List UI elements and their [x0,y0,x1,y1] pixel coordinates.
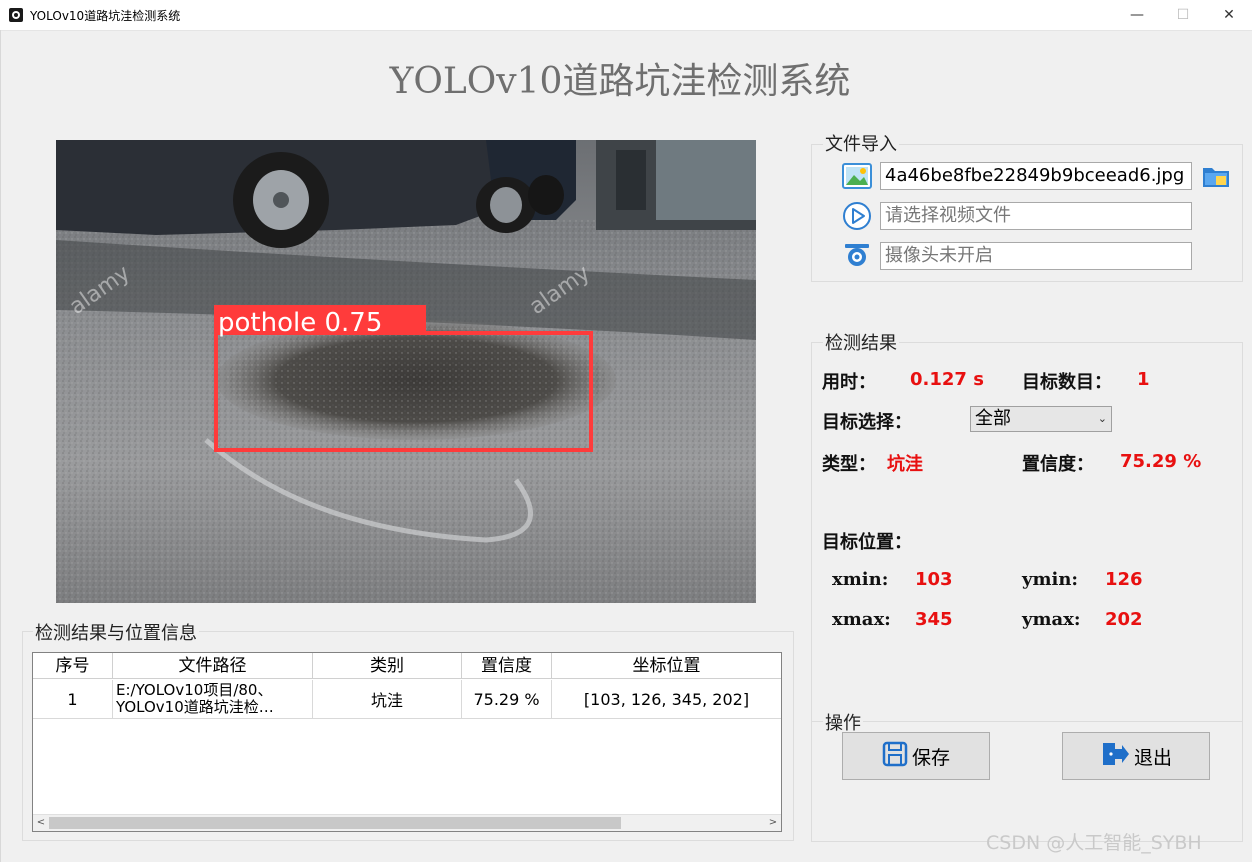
xmin-label: xmin: [832,569,889,590]
table-title: 检测结果与位置信息 [33,619,199,645]
detection-label: pothole 0.75 [218,308,382,338]
table-cell-index[interactable]: 1 [33,680,113,718]
table-cell-path[interactable]: E:/YOLOv10项目/80、 YOLOv10道路坑洼检… [113,680,313,718]
type-value: 坑洼 [887,454,923,475]
xmax-label: xmax: [832,609,891,630]
maximize-button[interactable]: ☐ [1160,0,1206,30]
column-header-confidence[interactable]: 置信度 [462,653,552,679]
ymax-label: ymax: [1022,609,1081,630]
save-button[interactable]: 保存 [842,732,990,780]
results-title: 检测结果 [823,329,899,355]
folder-icon[interactable] [1201,162,1231,194]
count-label: 目标数目： [1022,372,1112,393]
column-header-path[interactable]: 文件路径 [113,653,313,679]
target-select-label: 目标选择： [822,412,912,433]
scroll-left-arrow-icon[interactable]: < [33,815,49,831]
ymin-value: 126 [1105,569,1143,590]
ymax-value: 202 [1105,609,1143,630]
image-file-field[interactable]: 4a46be8fbe22849b9bceead6.jpg [880,162,1192,190]
app-logo-icon [9,8,23,22]
save-button-label: 保存 [911,746,950,769]
csdn-watermark: CSDN @人工智能_SYBH [986,832,1202,854]
scroll-right-arrow-icon[interactable]: > [765,815,781,831]
scrollbar-thumb[interactable] [49,817,621,829]
horizontal-scrollbar[interactable]: < > [33,814,781,831]
position-label: 目标位置： [822,532,912,553]
save-icon [882,741,908,772]
chevron-down-icon: ⌄ [1097,412,1107,425]
table-cell-coords[interactable]: [103, 126, 345, 202] [552,680,781,718]
table-cell-path-line1: E:/YOLOv10项目/80、 [116,681,273,699]
camera-icon[interactable] [842,241,872,273]
column-header-category[interactable]: 类别 [313,653,462,679]
window-border [0,30,1,862]
image-icon[interactable] [842,162,872,194]
window-title: YOLOv10道路坑洼检测系统 [30,9,181,23]
detection-image: alamy alamy pothole 0.75 [56,140,756,603]
column-header-index[interactable]: 序号 [33,653,113,679]
video-play-icon[interactable] [842,201,872,235]
window-title-bar: YOLOv10道路坑洼检测系统 — ☐ ✕ [0,0,1252,31]
ymin-label: ymin: [1022,569,1079,590]
exit-button-label: 退出 [1133,746,1172,769]
time-label: 用时： [822,372,876,393]
xmin-value: 103 [915,569,953,590]
confidence-value: 75.29 % [1120,451,1202,472]
table-cell-path-line2: YOLOv10道路坑洼检… [116,698,274,716]
column-header-coords[interactable]: 坐标位置 [552,653,781,679]
row-divider [33,718,781,719]
xmax-value: 345 [915,609,953,630]
target-select[interactable]: 全部 ⌄ [970,406,1112,432]
type-label: 类型： [822,454,876,475]
table-cell-confidence[interactable]: 75.29 % [462,680,552,718]
video-file-field[interactable]: 请选择视频文件 [880,202,1192,230]
confidence-label: 置信度： [1022,454,1094,475]
count-value: 1 [1137,369,1150,390]
time-value: 0.127 s [910,369,984,390]
target-select-value: 全部 [975,408,1011,429]
file-import-title: 文件导入 [823,130,899,156]
camera-field[interactable]: 摄像头未开启 [880,242,1192,270]
page-title: YOLOv10道路坑洼检测系统 [389,61,851,102]
road-photo: alamy alamy pothole 0.75 [56,140,756,603]
minimize-button[interactable]: — [1114,0,1160,30]
close-button[interactable]: ✕ [1206,0,1252,30]
results-table[interactable]: 序号 文件路径 类别 置信度 坐标位置 1 E:/YOLOv10项目/80、 Y… [32,652,782,832]
exit-button[interactable]: 退出 [1062,732,1210,780]
exit-icon [1100,740,1130,773]
table-cell-category[interactable]: 坑洼 [313,680,462,718]
